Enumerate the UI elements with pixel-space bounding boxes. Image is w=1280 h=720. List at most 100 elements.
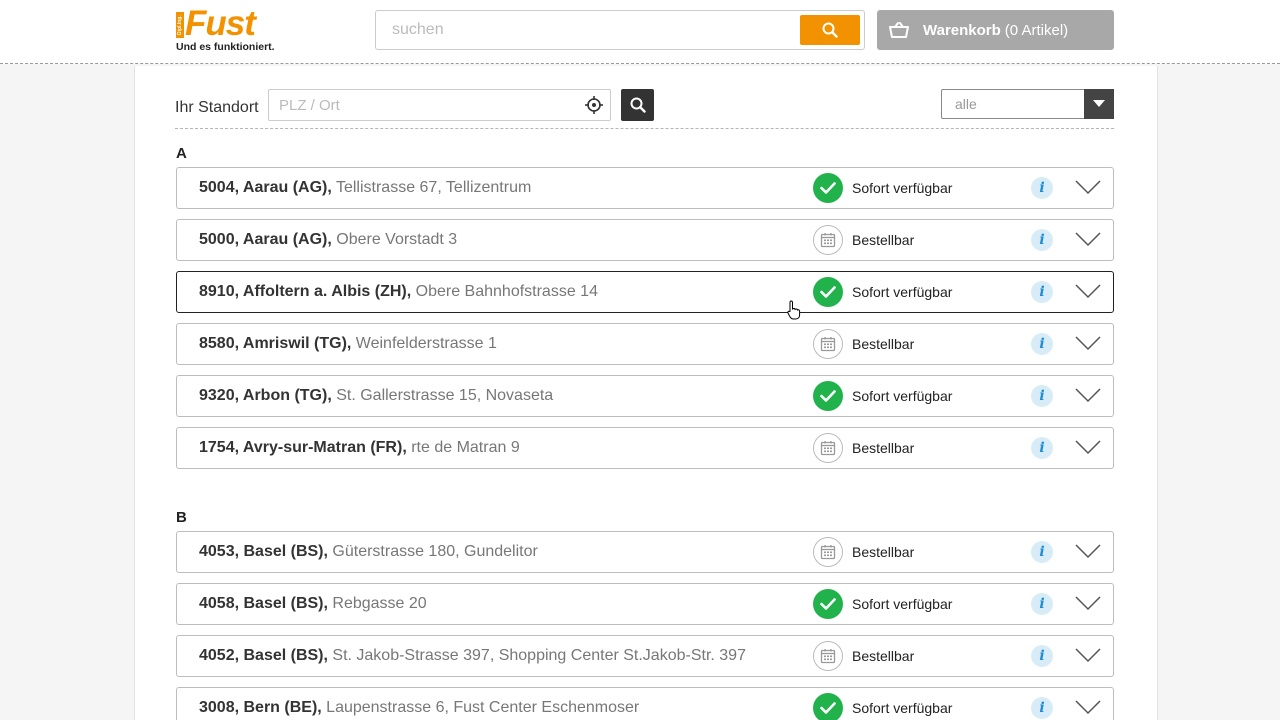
check-icon	[813, 173, 843, 203]
calendar-icon	[813, 329, 843, 359]
availability-text: Sofort verfügbar	[852, 180, 953, 196]
store-row[interactable]: 4052, Basel (BS), St. Jakob-Strasse 397,…	[176, 635, 1114, 677]
hand-cursor-icon	[787, 300, 801, 320]
site-search-button[interactable]	[800, 15, 860, 45]
availability-status: Sofort verfügbar	[813, 381, 952, 411]
store-address: St. Jakob-Strasse 397, Shopping Center S…	[327, 647, 746, 664]
store-name: 4052, Basel (BS),	[199, 647, 328, 664]
store-row[interactable]: 5004, Aarau (AG), Tellistrasse 67, Telli…	[176, 167, 1114, 209]
availability-filter-select[interactable]: alle	[941, 89, 1114, 119]
availability-text: Sofort verfügbar	[852, 700, 953, 716]
cart-button[interactable]: Warenkorb (0 Artikel)	[877, 10, 1114, 50]
store-name: 5004, Aarau (AG),	[199, 179, 332, 196]
store-title: 5000, Aarau (AG), Obere Vorstadt 3	[199, 231, 457, 249]
store-address: Tellistrasse 67, Tellizentrum	[331, 179, 532, 196]
store-address: Obere Vorstadt 3	[331, 231, 458, 248]
info-icon[interactable]: i	[1031, 593, 1053, 615]
divider	[175, 128, 1114, 129]
availability-status: Bestellbar	[813, 641, 914, 671]
chevron-down-icon[interactable]	[1075, 438, 1101, 456]
info-icon[interactable]: i	[1031, 333, 1053, 355]
store-address: St. Gallerstrasse 15, Novaseta	[331, 387, 554, 404]
calendar-icon	[813, 537, 843, 567]
site-search	[375, 10, 865, 50]
info-icon[interactable]: i	[1031, 229, 1053, 251]
store-row[interactable]: 4058, Basel (BS), Rebgasse 20 Sofort verf…	[176, 583, 1114, 625]
store-name: 8910, Affoltern a. Albis (ZH),	[199, 283, 412, 300]
fust-logo[interactable]: Dipl.Ing. Fust Und es funktioniert.	[176, 6, 296, 54]
availability-text: Sofort verfügbar	[852, 284, 953, 300]
availability-status: Sofort verfügbar	[813, 173, 952, 203]
info-icon[interactable]: i	[1031, 177, 1053, 199]
chevron-down-icon[interactable]	[1075, 282, 1101, 300]
store-address: Güterstrasse 180, Gundelitor	[327, 543, 538, 560]
location-field	[268, 89, 611, 121]
availability-status: Bestellbar	[813, 433, 914, 463]
store-row[interactable]: 9320, Arbon (TG), St. Gallerstrasse 15, …	[176, 375, 1114, 417]
plz-input[interactable]	[269, 90, 569, 120]
info-icon[interactable]: i	[1031, 541, 1053, 563]
store-row[interactable]: 8910, Affoltern a. Albis (ZH), Obere Bah…	[176, 271, 1114, 313]
group-letter: A	[176, 145, 187, 162]
store-address: Obere Bahnhofstrasse 14	[411, 283, 598, 300]
check-icon	[813, 589, 843, 619]
chevron-down-icon[interactable]	[1075, 594, 1101, 612]
info-icon[interactable]: i	[1031, 385, 1053, 407]
store-title: 1754, Avry-sur-Matran (FR), rte de Matra…	[199, 439, 520, 457]
chevron-down-icon[interactable]	[1075, 178, 1101, 196]
site-header: Dipl.Ing. Fust Und es funktioniert. Ware…	[0, 0, 1280, 64]
store-title: 5004, Aarau (AG), Tellistrasse 67, Telli…	[199, 179, 531, 197]
availability-text: Bestellbar	[852, 648, 915, 664]
availability-status: Sofort verfügbar	[813, 589, 952, 619]
info-icon[interactable]: i	[1031, 281, 1053, 303]
search-icon	[822, 22, 838, 38]
calendar-icon	[813, 641, 843, 671]
chevron-down-icon[interactable]	[1075, 646, 1101, 664]
chevron-down-icon[interactable]	[1075, 542, 1101, 560]
store-address: rte de Matran 9	[406, 439, 520, 456]
store-title: 8580, Amriswil (TG), Weinfelderstrasse 1	[199, 335, 497, 353]
caret-down-icon	[1093, 100, 1105, 107]
info-icon[interactable]: i	[1031, 437, 1053, 459]
logo-tagline: Und es funktioniert.	[176, 41, 275, 53]
chevron-down-icon[interactable]	[1075, 386, 1101, 404]
store-title: 3008, Bern (BE), Laupenstrasse 6, Fust C…	[199, 699, 639, 717]
store-title: 8910, Affoltern a. Albis (ZH), Obere Bah…	[199, 283, 598, 301]
check-icon	[813, 693, 843, 720]
store-name: 9320, Arbon (TG),	[199, 387, 332, 404]
chevron-down-icon[interactable]	[1075, 230, 1101, 248]
calendar-icon	[813, 225, 843, 255]
availability-text: Bestellbar	[852, 336, 915, 352]
info-icon[interactable]: i	[1031, 697, 1053, 719]
location-search-button[interactable]	[621, 89, 654, 121]
availability-text: Bestellbar	[852, 440, 915, 456]
availability-text: Sofort verfügbar	[852, 388, 953, 404]
availability-status: Sofort verfügbar	[813, 277, 952, 307]
availability-text: Bestellbar	[852, 544, 915, 560]
info-icon[interactable]: i	[1031, 645, 1053, 667]
availability-status: Sofort verfügbar	[813, 693, 952, 720]
group-letter: B	[176, 509, 187, 526]
store-row[interactable]: 8580, Amriswil (TG), Weinfelderstrasse 1…	[176, 323, 1114, 365]
availability-text: Sofort verfügbar	[852, 596, 953, 612]
availability-status: Bestellbar	[813, 225, 914, 255]
site-search-input[interactable]	[376, 11, 796, 49]
chevron-down-icon[interactable]	[1075, 698, 1101, 716]
store-name: 4058, Basel (BS),	[199, 595, 328, 612]
store-row[interactable]: 4053, Basel (BS), Güterstrasse 180, Gund…	[176, 531, 1114, 573]
store-row[interactable]: 1754, Avry-sur-Matran (FR), rte de Matra…	[176, 427, 1114, 469]
store-name: 4053, Basel (BS),	[199, 543, 328, 560]
store-row[interactable]: 3008, Bern (BE), Laupenstrasse 6, Fust C…	[176, 687, 1114, 720]
store-title: 9320, Arbon (TG), St. Gallerstrasse 15, …	[199, 387, 553, 405]
logo-vertical-text: Dipl.Ing.	[176, 12, 184, 38]
chevron-down-icon[interactable]	[1075, 334, 1101, 352]
store-row[interactable]: 5000, Aarau (AG), Obere Vorstadt 3 Bestel…	[176, 219, 1114, 261]
search-icon	[630, 97, 646, 113]
basket-icon	[889, 22, 909, 38]
location-label: Ihr Standort	[175, 99, 259, 116]
filter-dropdown-toggle[interactable]	[1084, 89, 1114, 119]
crosshair-icon[interactable]	[585, 96, 603, 114]
store-address: Weinfelderstrasse 1	[351, 335, 497, 352]
check-icon	[813, 381, 843, 411]
store-title: 4053, Basel (BS), Güterstrasse 180, Gund…	[199, 543, 538, 561]
